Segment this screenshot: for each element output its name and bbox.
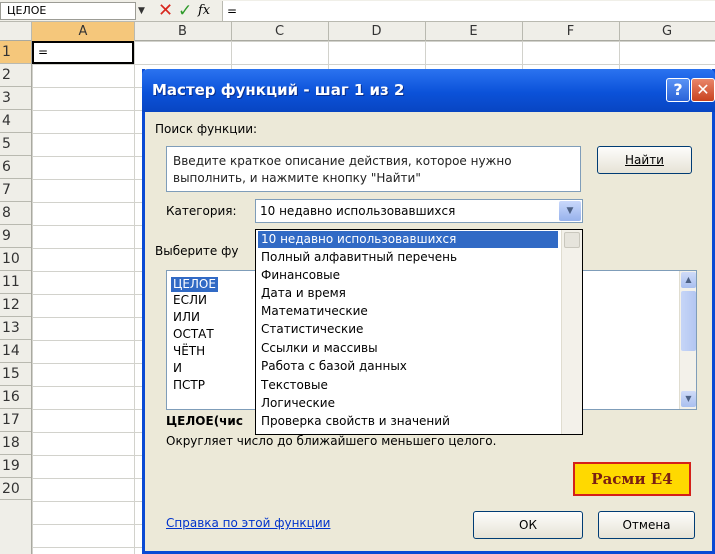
list-item[interactable]: И — [173, 361, 182, 376]
insert-function-icon[interactable]: fx — [198, 0, 220, 22]
list-item[interactable]: ЧЁТН — [173, 344, 205, 359]
row-header[interactable]: 12 — [0, 294, 31, 317]
ok-button[interactable]: ОК — [473, 511, 583, 539]
grid-line — [134, 41, 135, 554]
category-dropdown[interactable]: 10 недавно использовавшихся Полный алфав… — [255, 229, 583, 435]
column-header-a[interactable]: A — [32, 22, 135, 41]
row-header[interactable]: 3 — [0, 87, 31, 110]
list-item[interactable]: ОСТАТ — [173, 327, 214, 342]
dropdown-option[interactable]: Логические — [258, 395, 558, 412]
row-header[interactable]: 4 — [0, 110, 31, 133]
row-header[interactable]: 19 — [0, 455, 31, 478]
search-function-input[interactable]: Введите краткое описание действия, котор… — [166, 146, 581, 192]
function-description: Округляет число до ближайшего меньшего ц… — [166, 434, 497, 448]
row-header[interactable]: 15 — [0, 363, 31, 386]
dropdown-option[interactable]: Финансовые — [258, 267, 558, 284]
dropdown-option[interactable]: Математические — [258, 303, 558, 320]
name-box[interactable]: ЦЕЛОЕ — [0, 2, 136, 20]
scroll-down-icon[interactable]: ▼ — [681, 391, 696, 407]
dropdown-option[interactable]: Статистические — [258, 321, 558, 338]
row-header[interactable]: 20 — [0, 478, 31, 500]
list-item[interactable]: ИЛИ — [173, 310, 200, 325]
category-label: Категория: — [166, 204, 237, 218]
dropdown-scrollbar[interactable] — [561, 230, 582, 434]
row-header[interactable]: 2 — [0, 64, 31, 87]
row-header[interactable]: 17 — [0, 409, 31, 432]
row-header[interactable]: 8 — [0, 202, 31, 225]
row-header[interactable]: 14 — [0, 340, 31, 363]
column-header-e[interactable]: E — [425, 22, 523, 41]
select-all-corner[interactable] — [0, 22, 32, 41]
active-cell-a1[interactable]: = — [32, 41, 134, 64]
formula-input[interactable]: = — [222, 1, 715, 21]
category-select[interactable]: 10 недавно использовавшихся — [255, 199, 583, 223]
row-header[interactable]: 1 — [0, 41, 31, 64]
close-button[interactable]: ✕ — [691, 78, 715, 102]
row-header[interactable]: 5 — [0, 133, 31, 156]
dropdown-option[interactable]: Проверка свойств и значений — [258, 413, 558, 430]
column-header-f[interactable]: F — [522, 22, 620, 41]
search-function-label: Поиск функции: — [155, 122, 258, 136]
column-header-g[interactable]: G — [619, 22, 715, 41]
dropdown-option[interactable]: 10 недавно использовавшихся — [258, 231, 558, 248]
row-header[interactable]: 13 — [0, 317, 31, 340]
row-header[interactable]: 16 — [0, 386, 31, 409]
column-header-b[interactable]: B — [134, 22, 232, 41]
function-signature: ЦЕЛОЕ(чис — [166, 414, 243, 428]
list-item[interactable]: ЕСЛИ — [173, 293, 207, 308]
dropdown-option[interactable]: Полный алфавитный перечень — [258, 249, 558, 266]
dropdown-option[interactable]: Текстовые — [258, 377, 558, 394]
dropdown-option[interactable]: Дата и время — [258, 285, 558, 302]
dialog-title-bar[interactable]: Мастер функций - шаг 1 из 2 ? ✕ — [142, 69, 715, 112]
function-help-link[interactable]: Справка по этой функции — [166, 516, 330, 530]
scroll-up-icon[interactable]: ▲ — [681, 272, 696, 288]
dropdown-option[interactable]: Ссылки и массивы — [258, 340, 558, 357]
chevron-down-icon[interactable]: ▼ — [559, 201, 581, 221]
row-header[interactable]: 7 — [0, 179, 31, 202]
enter-icon[interactable]: ✓ — [178, 0, 196, 22]
cancel-icon[interactable]: ✕ — [158, 0, 176, 22]
column-headers: A B C D E F G — [32, 22, 715, 41]
dropdown-option[interactable]: Работа с базой данных — [258, 358, 558, 375]
cancel-button[interactable]: Отмена — [598, 511, 695, 539]
list-item[interactable]: ПСТР — [173, 378, 205, 393]
select-function-label: Выберите фу — [155, 244, 239, 258]
find-button-label: Найти — [625, 153, 664, 167]
find-button[interactable]: Найти — [597, 146, 692, 174]
column-header-c[interactable]: C — [231, 22, 329, 41]
chevron-down-icon[interactable]: ▼ — [138, 3, 150, 19]
help-button[interactable]: ? — [666, 78, 690, 102]
function-list-scrollbar[interactable]: ▲ ▼ — [679, 271, 696, 409]
figure-caption: Расми Е4 — [573, 462, 691, 496]
column-header-d[interactable]: D — [328, 22, 426, 41]
row-header[interactable]: 11 — [0, 271, 31, 294]
scrollbar-thumb[interactable] — [681, 291, 696, 351]
row-header[interactable]: 18 — [0, 432, 31, 455]
scrollbar-thumb[interactable] — [564, 232, 580, 248]
row-header[interactable]: 9 — [0, 225, 31, 248]
list-item[interactable]: ЦЕЛОЕ — [171, 277, 218, 292]
row-headers: 1 2 3 4 5 6 7 8 9 10 11 12 13 14 15 16 1… — [0, 41, 32, 554]
row-header[interactable]: 6 — [0, 156, 31, 179]
dialog-title: Мастер функций - шаг 1 из 2 — [152, 81, 405, 99]
row-header[interactable]: 10 — [0, 248, 31, 271]
